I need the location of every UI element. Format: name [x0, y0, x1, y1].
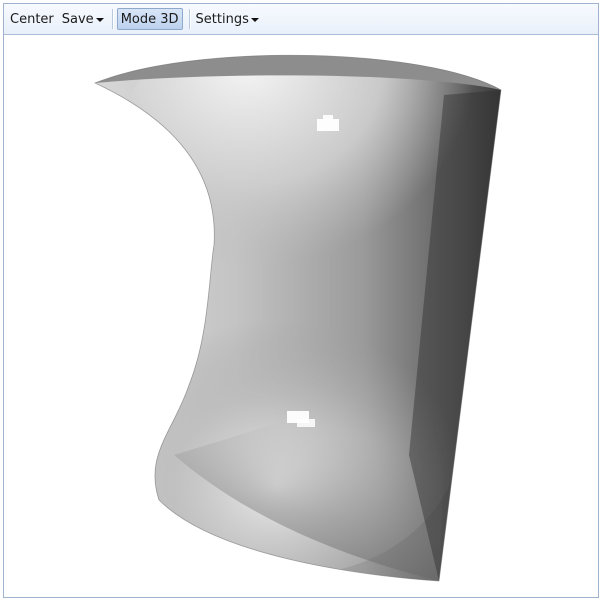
chevron-down-icon	[95, 17, 104, 22]
center-button[interactable]: Center	[8, 8, 56, 30]
mode-3d-toggle[interactable]: Mode 3D	[116, 8, 183, 30]
mode-3d-label: Mode 3D	[120, 11, 179, 27]
toolbar-separator	[188, 9, 191, 29]
3d-viewport[interactable]	[4, 35, 598, 597]
chevron-down-icon	[250, 17, 259, 22]
toolbar-separator	[111, 9, 114, 29]
surface-render	[93, 54, 502, 582]
save-dropdown-button[interactable]: Save	[60, 8, 106, 30]
app-window: Center Save Mode 3D Settings	[3, 3, 599, 598]
settings-label: Settings	[195, 11, 249, 27]
surface-body	[95, 55, 501, 581]
settings-dropdown-button[interactable]: Settings	[194, 8, 261, 30]
center-label: Center	[10, 11, 54, 27]
save-label: Save	[61, 11, 94, 27]
toolbar: Center Save Mode 3D Settings	[4, 4, 598, 35]
